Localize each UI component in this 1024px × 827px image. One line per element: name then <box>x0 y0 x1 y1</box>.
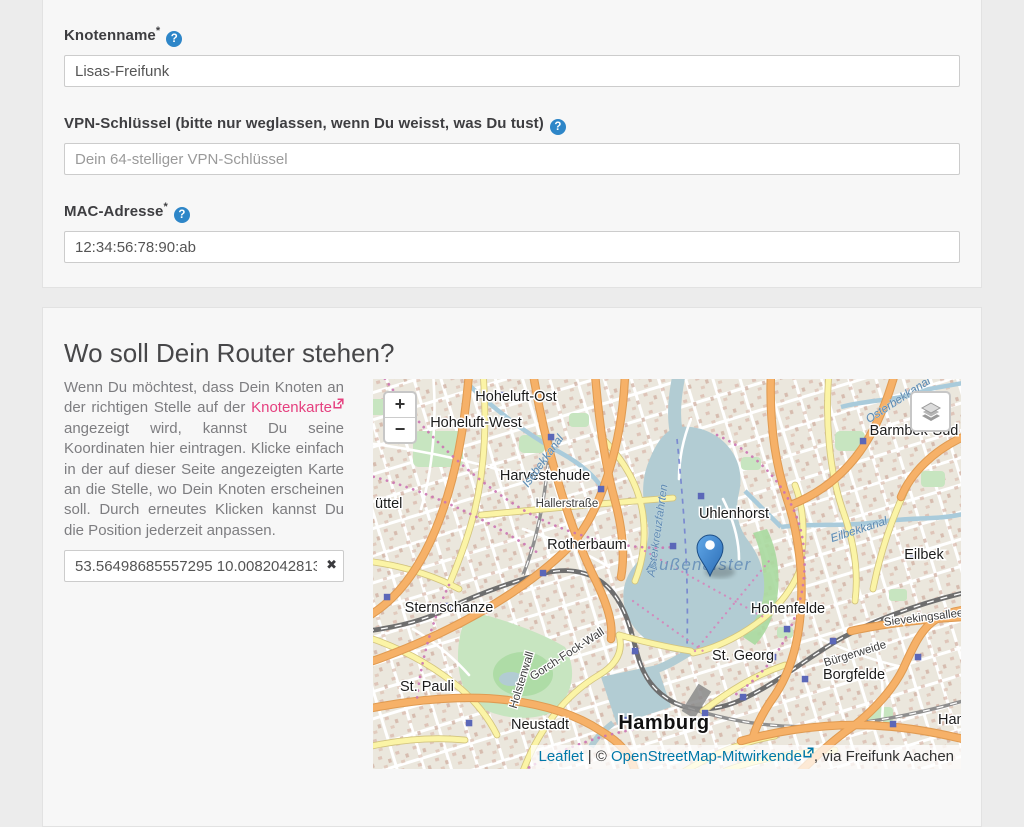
map-district-label: Hohenfelde <box>751 601 825 617</box>
knotenname-input[interactable] <box>64 55 960 87</box>
map-district-label: Hoheluft-West <box>430 415 522 431</box>
location-card: Wo soll Dein Router stehen? Wenn Du möch… <box>42 307 982 827</box>
section-heading: Wo soll Dein Router stehen? <box>64 308 960 369</box>
map-district-label: Hoheluft-Ost <box>475 389 556 405</box>
map-water-label: Außenalster <box>646 555 752 574</box>
vpn-key-input[interactable] <box>64 143 960 175</box>
mac-label: MAC-Adresse* <box>64 203 168 220</box>
map-district-label: Neustadt <box>511 717 569 733</box>
description-text: angezeigt wird, kannst Du seine Koordina… <box>64 420 344 539</box>
field-group-vpn: VPN-Schlüssel (bitte nur weglassen, wenn… <box>64 113 960 175</box>
map-district-label: St. Georg <box>712 648 774 664</box>
map-district-label: üttel <box>375 496 402 512</box>
leaflet-map[interactable]: Hoheluft-Ost Hoheluft-West Harvestehude … <box>373 379 961 769</box>
field-group-mac: MAC-Adresse*? <box>64 201 960 263</box>
required-asterisk: * <box>156 25 160 37</box>
location-description: Wenn Du möchtest, dass Dein Knoten an de… <box>64 378 344 541</box>
node-settings-card: Knotenname*? VPN-Schlüssel (bitte nur we… <box>42 0 982 288</box>
zoom-control: + − <box>383 391 417 444</box>
required-asterisk: * <box>163 201 167 213</box>
map-district-label: Ham <box>938 712 961 728</box>
external-link-icon <box>333 398 344 409</box>
osm-link[interactable]: OpenStreetMap-Mitwirkende <box>611 748 814 765</box>
attribution-suffix: , via Freifunk Aachen <box>814 748 954 765</box>
map-attribution: Leaflet | © OpenStreetMap-Mitwirkende, v… <box>531 745 962 769</box>
zoom-out-button[interactable]: − <box>385 417 415 442</box>
field-group-knotenname: Knotenname*? <box>64 25 960 87</box>
map-district-label: Eilbek <box>904 547 944 563</box>
map-district-label: Borgfelde <box>823 667 885 683</box>
mac-address-input[interactable] <box>64 231 960 263</box>
help-icon[interactable]: ? <box>550 119 566 135</box>
layers-icon <box>919 400 943 424</box>
map-street-label: Hallerstraße <box>536 498 599 510</box>
help-icon[interactable]: ? <box>174 207 190 223</box>
clear-coordinates-button[interactable]: ✖ <box>326 558 337 573</box>
zoom-in-button[interactable]: + <box>385 393 415 417</box>
map-city-label: Hamburg <box>618 712 709 734</box>
leaflet-link[interactable]: Leaflet <box>539 748 584 765</box>
attribution-separator: | © <box>584 748 611 765</box>
map-district-label: Uhlenhorst <box>699 506 769 522</box>
map-district-label: St. Pauli <box>400 679 454 695</box>
vpn-label: VPN-Schlüssel (bitte nur weglassen, wenn… <box>64 115 544 132</box>
knotenkarte-link[interactable]: Knotenkarte <box>251 399 344 416</box>
map-district-label: Rotherbaum <box>547 537 627 553</box>
help-icon[interactable]: ? <box>166 31 182 47</box>
knotenname-label: Knotenname* <box>64 27 160 44</box>
external-link-icon <box>803 747 814 758</box>
layers-control[interactable] <box>910 391 951 432</box>
map-district-label: Harvestehude <box>500 468 590 484</box>
map-tiles: Hoheluft-Ost Hoheluft-West Harvestehude … <box>373 379 961 769</box>
coordinates-input[interactable] <box>64 550 344 582</box>
coordinates-field: ✖ <box>64 550 344 582</box>
map-district-label: Sternschanze <box>405 600 494 616</box>
